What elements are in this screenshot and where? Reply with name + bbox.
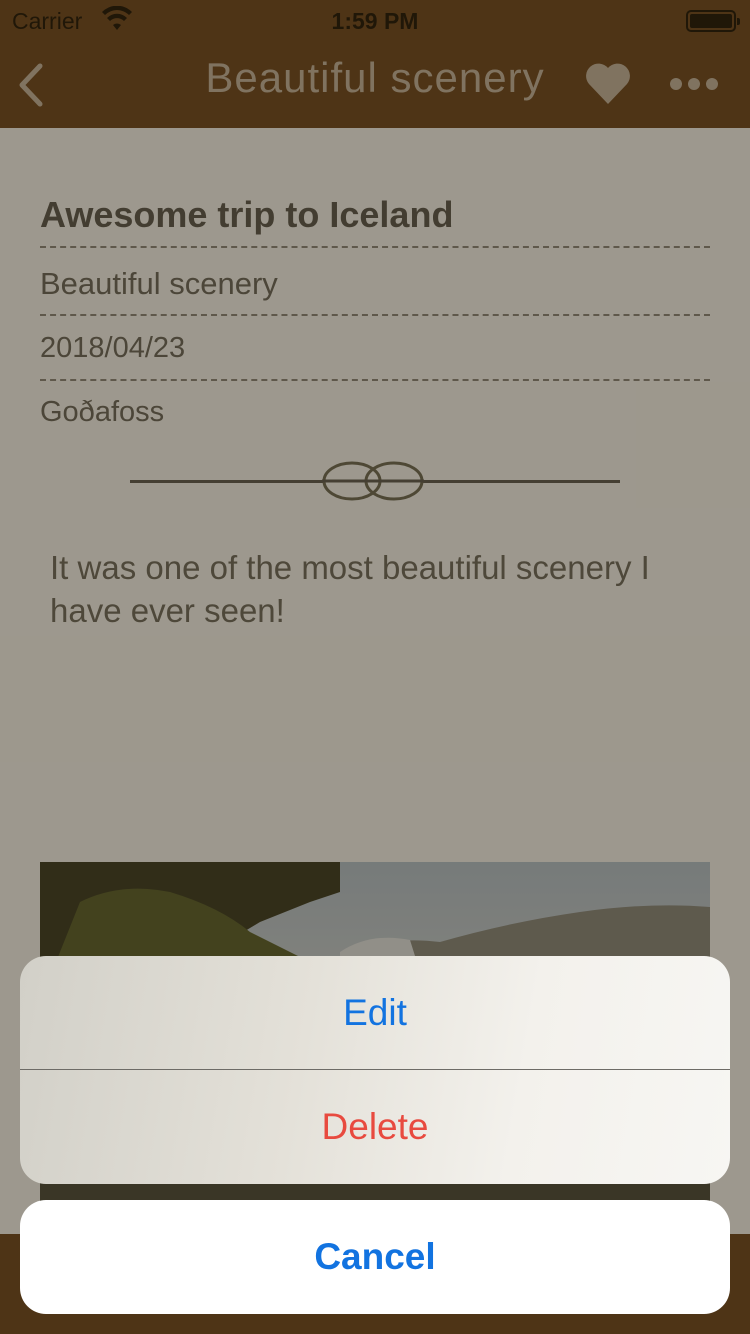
action-sheet: Edit Delete: [20, 956, 730, 1184]
cancel-button[interactable]: Cancel: [20, 1200, 730, 1314]
delete-button[interactable]: Delete: [20, 1070, 730, 1184]
edit-button[interactable]: Edit: [20, 956, 730, 1070]
